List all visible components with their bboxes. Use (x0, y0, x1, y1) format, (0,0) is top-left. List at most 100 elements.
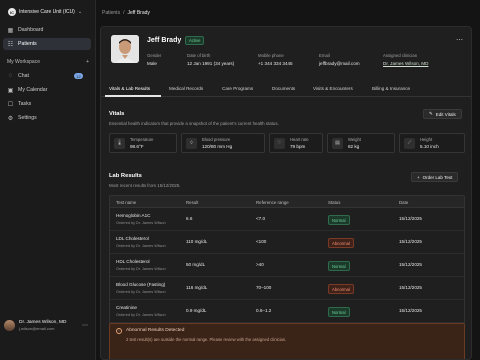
table-row[interactable]: LDL Cholesterol Ordered by Dr. James Wils… (110, 231, 464, 254)
status-pill: Abnormal (328, 284, 354, 294)
order-lab-test-button[interactable]: + Order Lab Test (411, 172, 459, 182)
table-row[interactable]: Hemoglobin A1C Ordered by Dr. James Wilso… (110, 208, 464, 231)
tab-vitals-lab[interactable]: Vitals & Lab Results (109, 86, 150, 91)
edit-vitals-button[interactable]: ✎ Edit Vitals (423, 109, 462, 119)
calendar-icon: ▣ (7, 87, 14, 94)
alert-title: Abnormal Results Detected (126, 328, 185, 333)
sidebar-item-label: Dashboard (18, 27, 44, 33)
status-pill: Normal (328, 261, 350, 271)
user-profile[interactable]: Dr. James Wilson, MD j.wilson@email.com … (4, 316, 92, 334)
field-label: Mobile phone (258, 53, 284, 58)
workspace-label: My Workspace (7, 59, 40, 65)
reference-range: <7.0 (256, 216, 266, 221)
abnormal-results-alert: ! Abnormal Results Detected 2 test resul… (109, 323, 465, 359)
vital-value: 82 kg (348, 144, 360, 149)
unit-logo: IC (8, 8, 16, 16)
sidebar-item-calendar[interactable]: ▣ My Calendar (3, 84, 91, 96)
unit-switcher[interactable]: IC Intensive Care Unit (ICU) ⌄ (6, 6, 90, 18)
active-tab-indicator (105, 95, 161, 97)
field-label: Assigned clinician (383, 53, 418, 58)
clinician-link[interactable]: Dr. James Wilson, MD (383, 61, 428, 66)
sidebar-item-tasks[interactable]: ☐ Tasks (3, 98, 91, 110)
sidebar-item-patients[interactable]: ☷ Patients (3, 38, 91, 50)
user-name: Dr. James Wilson, MD (19, 319, 67, 325)
test-result: 50 mg/dL (186, 262, 206, 267)
vital-value: 79 bpm (290, 144, 306, 149)
column-header: Date (399, 200, 409, 205)
vital-value: 120/80 mm Hg (202, 144, 233, 149)
vital-label: Weight (348, 137, 361, 142)
tab-billing[interactable]: Billing & Insurance (372, 86, 410, 91)
vital-label: Blood pressure (202, 137, 231, 142)
vital-label: Heart rate (290, 137, 309, 142)
more-icon[interactable]: ⋯ (82, 322, 88, 329)
reference-range: 70–100 (256, 285, 272, 290)
test-result: 110 mg/dL (186, 239, 208, 244)
field-value: 12 Jan 1991 (34 years) (187, 61, 235, 66)
table-header: Test name Result Reference range Status … (110, 196, 464, 208)
breadcrumb-separator: / (123, 10, 125, 16)
vital-heart-rate: ♡ Heart rate 79 bpm (269, 133, 323, 153)
scale-icon: ▤ (332, 137, 343, 149)
reference-range: 0.6–1.2 (256, 308, 272, 313)
tasks-icon: ☐ (7, 101, 14, 108)
reference-range: <100 (256, 239, 267, 244)
chat-icon: ◌ (8, 73, 13, 79)
tab-documents[interactable]: Documents (272, 86, 295, 91)
test-name: Hemoglobin A1C (116, 213, 151, 218)
test-name: Blood Glucose (Fasting) (116, 282, 166, 287)
lab-results-table: Test name Result Reference range Status … (109, 195, 465, 340)
tab-visits[interactable]: Visits & Encounters (313, 86, 353, 91)
sidebar-item-settings[interactable]: ⚙ Settings (3, 112, 91, 124)
patient-name: Jeff Brady (147, 37, 182, 44)
table-row[interactable]: Creatinine Ordered by Dr. James Wilson 0.9… (110, 300, 464, 323)
sidebar-item-chat[interactable]: ◌ Chat 12 (3, 70, 91, 82)
chevron-down-icon: ⌄ (77, 9, 83, 15)
reference-range: >40 (256, 262, 264, 267)
table-row[interactable]: Blood Glucose (Fasting) Ordered by Dr. Ja… (110, 277, 464, 300)
ruler-icon: ⟋ (404, 137, 415, 149)
dashboard-icon: ▦ (7, 27, 14, 34)
unit-name: Intensive Care Unit (ICU) (19, 9, 75, 15)
field-value: jeffbrady@mail.com (319, 61, 360, 66)
field-clinician: Assigned clinician Dr. James Wilson, MD (383, 53, 428, 66)
more-icon[interactable]: ⋯ (456, 36, 463, 44)
vital-value: 98.6°F (130, 144, 144, 149)
breadcrumb-current: Jeff Brady (127, 10, 150, 16)
ordered-by: Ordered by Dr. James Wilson (116, 313, 166, 317)
status-badge: Active (185, 36, 205, 45)
sidebar-item-dashboard[interactable]: ▦ Dashboard (3, 24, 91, 36)
lab-results-subtitle: Most recent results from 15/12/2025. (109, 183, 181, 188)
alert-text: 2 test result(s) are outside the normal … (126, 337, 287, 342)
edit-icon: ✎ (429, 111, 433, 116)
tab-medical-records[interactable]: Medical Records (169, 86, 203, 91)
blood-drop-icon: ◊ (186, 137, 197, 149)
test-result: 0.9 mg/dL (186, 308, 207, 313)
column-header: Reference range (256, 200, 289, 205)
tab-care-programs[interactable]: Care Programs (222, 86, 253, 91)
field-phone: Mobile phone +1 344 334 3445 (258, 53, 293, 66)
user-email: j.wilson@email.com (19, 325, 55, 331)
tab-bar: Vitals & Lab Results Medical Records Car… (101, 83, 471, 97)
order-lab-test-label: Order Lab Test (422, 174, 453, 180)
sidebar-item-label: Patients (18, 41, 37, 47)
plus-icon: + (417, 174, 420, 180)
vital-label: Temperature (130, 137, 154, 142)
test-date: 15/12/2025 (399, 308, 422, 313)
topbar: Patients / Jeff Brady (96, 0, 480, 24)
test-date: 15/12/2025 (399, 285, 422, 290)
breadcrumb-parent[interactable]: Patients (102, 10, 120, 16)
vital-label: Height (420, 137, 433, 142)
field-value: +1 344 334 3445 (258, 61, 293, 66)
vital-height: ⟋ Height 5.10 inch (399, 133, 465, 153)
add-icon[interactable]: + (86, 59, 89, 65)
test-date: 15/12/2025 (399, 262, 422, 267)
thermometer-icon: 🌡︎ (114, 137, 125, 149)
vitals-title: Vitals (109, 111, 125, 117)
table-row[interactable]: HDL Cholesterol Ordered by Dr. James Wils… (110, 254, 464, 277)
sidebar-item-label: Settings (18, 115, 37, 121)
test-name: Creatinine (116, 305, 137, 310)
breadcrumb: Patients / Jeff Brady (102, 10, 150, 16)
test-name: HDL Cholesterol (116, 259, 150, 264)
gear-icon: ⚙ (7, 115, 14, 122)
